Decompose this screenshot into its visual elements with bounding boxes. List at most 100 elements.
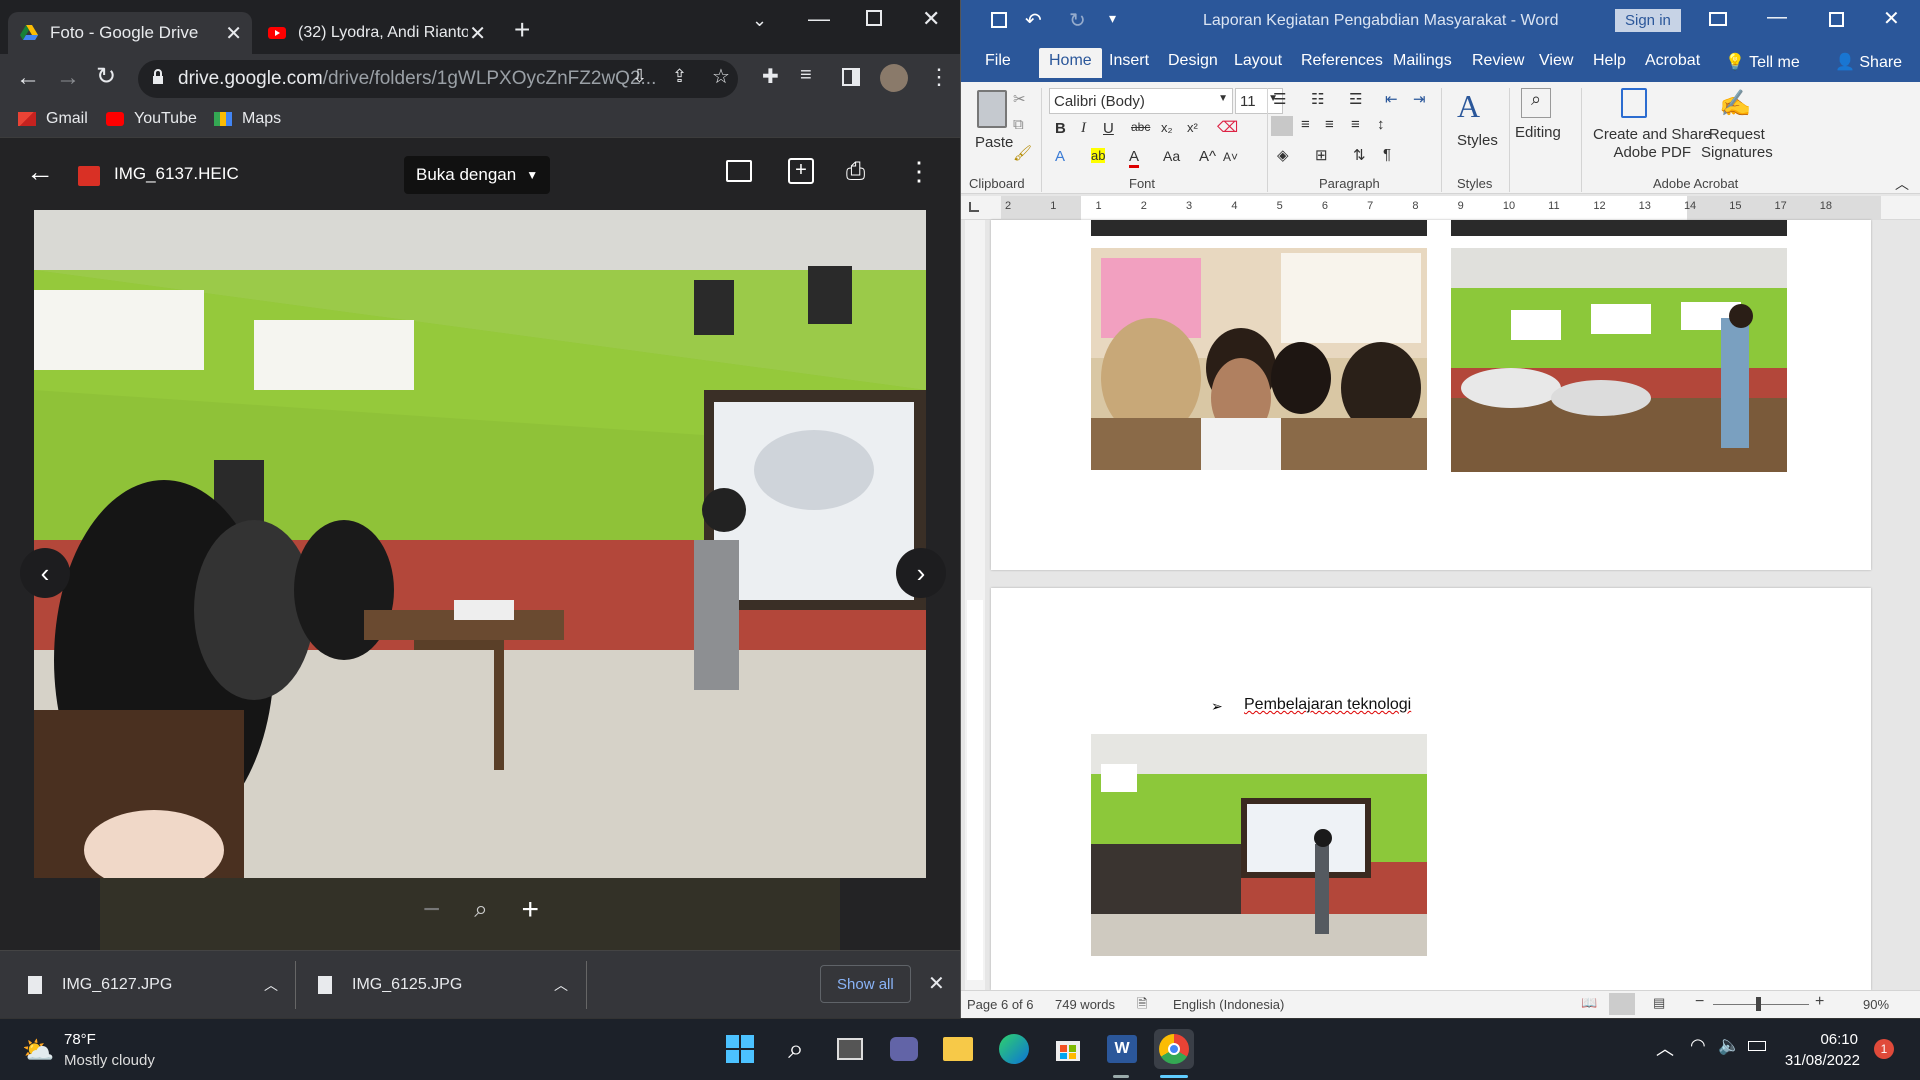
store-icon[interactable] bbox=[1048, 1029, 1088, 1069]
redo-icon[interactable]: ↻ bbox=[1069, 8, 1086, 33]
bookmark-maps[interactable]: Maps bbox=[214, 110, 281, 128]
maximize-icon[interactable] bbox=[1829, 12, 1844, 27]
align-right-icon[interactable]: ≡ bbox=[1325, 116, 1334, 133]
strikethrough-icon[interactable]: abc bbox=[1131, 120, 1150, 134]
chevron-up-icon[interactable]: ︿ bbox=[554, 975, 568, 995]
zoom-slider-thumb[interactable] bbox=[1756, 997, 1761, 1011]
chrome-app-icon[interactable] bbox=[1154, 1029, 1194, 1069]
sort-icon[interactable]: ⇅ bbox=[1353, 146, 1366, 164]
zoom-out-icon[interactable]: − bbox=[423, 893, 441, 927]
tab-review[interactable]: Review bbox=[1472, 52, 1524, 70]
customize-qat-icon[interactable]: ▾ bbox=[1109, 10, 1116, 27]
undo-icon[interactable]: ↶ bbox=[1025, 8, 1042, 33]
underline-icon[interactable]: U bbox=[1103, 120, 1114, 137]
bookmark-gmail[interactable]: Gmail bbox=[18, 110, 88, 128]
zoom-in-icon[interactable]: + bbox=[1815, 993, 1824, 1011]
close-tab-icon[interactable]: ✕ bbox=[469, 21, 486, 46]
zoom-in-icon[interactable]: + bbox=[522, 893, 540, 927]
side-panel-icon[interactable] bbox=[842, 68, 860, 86]
volume-icon[interactable]: 🔈 bbox=[1718, 1035, 1740, 1056]
save-icon[interactable] bbox=[991, 12, 1007, 28]
menu-kebab-icon[interactable]: ⋮ bbox=[928, 64, 950, 90]
line-spacing-icon[interactable]: ↕ bbox=[1377, 116, 1385, 133]
bookmark-star-icon[interactable]: ☆ bbox=[712, 64, 730, 89]
install-icon[interactable]: ⇩ bbox=[632, 66, 647, 87]
close-tab-icon[interactable]: ✕ bbox=[225, 21, 242, 46]
page-count[interactable]: Page 6 of 6 bbox=[967, 997, 1034, 1012]
print-layout-icon[interactable] bbox=[1609, 993, 1635, 1015]
extensions-icon[interactable]: ✚ bbox=[762, 64, 779, 89]
reload-icon[interactable]: ↻ bbox=[96, 62, 116, 91]
increase-indent-icon[interactable]: ⇥ bbox=[1413, 90, 1426, 108]
file-explorer-icon[interactable] bbox=[938, 1029, 978, 1069]
forward-icon[interactable]: → bbox=[56, 64, 80, 92]
next-photo-button[interactable]: › bbox=[896, 548, 946, 598]
download-item[interactable]: IMG_6125.JPG ︿ bbox=[318, 951, 568, 1019]
tab-youtube[interactable]: (32) Lyodra, Andi Rianto - Sang D ✕ bbox=[256, 12, 496, 54]
tab-view[interactable]: View bbox=[1539, 52, 1573, 70]
teams-chat-icon[interactable] bbox=[884, 1029, 924, 1069]
address-bar[interactable]: drive.google.com/drive/folders/1gWLPXOyc… bbox=[138, 60, 738, 98]
tab-google-drive[interactable]: Foto - Google Drive ✕ bbox=[8, 12, 252, 54]
horizontal-ruler[interactable]: 2 1 1 2 3 4 5 6 7 8 9 10 11 12 13 14 15 17 18 bbox=[961, 196, 1920, 220]
tab-stop-icon[interactable] bbox=[969, 202, 979, 212]
create-pdf-icon[interactable] bbox=[1621, 88, 1647, 118]
superscript-icon[interactable]: x² bbox=[1187, 120, 1198, 135]
align-left-icon[interactable] bbox=[1271, 116, 1293, 136]
show-formatting-icon[interactable]: ¶ bbox=[1383, 146, 1391, 163]
clock-time[interactable]: 06:10 bbox=[1810, 1031, 1858, 1048]
font-color-icon[interactable]: A bbox=[1129, 148, 1140, 168]
request-signatures-button[interactable]: Request Signatures bbox=[1701, 126, 1773, 162]
tab-references[interactable]: References bbox=[1301, 52, 1383, 70]
start-button[interactable] bbox=[720, 1029, 760, 1069]
tab-search-icon[interactable]: ⌄ bbox=[752, 10, 767, 31]
zoom-slider[interactable] bbox=[1713, 1004, 1809, 1005]
magnifier-icon[interactable]: ⌕ bbox=[474, 896, 487, 924]
new-tab-icon[interactable]: + bbox=[514, 14, 530, 46]
create-share-pdf-button[interactable]: Create and Share Adobe PDF bbox=[1593, 126, 1711, 162]
tell-me-box[interactable]: 💡 Tell me bbox=[1725, 52, 1800, 72]
maximize-icon[interactable] bbox=[866, 10, 882, 26]
add-to-folder-icon[interactable] bbox=[726, 160, 752, 182]
language[interactable]: English (Indonesia) bbox=[1173, 997, 1284, 1012]
multilevel-list-icon[interactable]: ☲ bbox=[1349, 90, 1362, 108]
tab-design[interactable]: Design bbox=[1168, 52, 1218, 70]
change-case-icon[interactable]: Aa bbox=[1163, 148, 1180, 164]
search-icon[interactable]: ⌕ bbox=[776, 1029, 816, 1069]
zoom-out-icon[interactable]: − bbox=[1695, 993, 1704, 1011]
paste-button[interactable]: Paste bbox=[975, 134, 1013, 151]
edge-icon[interactable] bbox=[994, 1029, 1034, 1069]
media-control-icon[interactable]: ≡ bbox=[800, 64, 812, 87]
minimize-icon[interactable]: — bbox=[808, 6, 830, 32]
open-with-button[interactable]: Buka dengan ▼ bbox=[404, 156, 551, 194]
grow-font-icon[interactable]: A^ bbox=[1199, 148, 1216, 165]
shading-icon[interactable]: ◈ bbox=[1277, 146, 1289, 164]
close-window-icon[interactable]: ✕ bbox=[922, 6, 940, 32]
shrink-font-icon[interactable]: A˅ bbox=[1223, 150, 1238, 164]
word-app-icon[interactable]: W bbox=[1102, 1029, 1142, 1069]
page-5[interactable] bbox=[991, 220, 1871, 570]
close-downloads-icon[interactable]: ✕ bbox=[928, 971, 945, 996]
bookmark-youtube[interactable]: YouTube bbox=[106, 110, 197, 128]
back-icon[interactable]: ← bbox=[16, 64, 40, 92]
ribbon-display-icon[interactable] bbox=[1709, 12, 1727, 26]
numbering-icon[interactable]: ☷ bbox=[1311, 90, 1324, 108]
tab-help[interactable]: Help bbox=[1593, 52, 1626, 70]
web-layout-icon[interactable]: ▤ bbox=[1653, 995, 1665, 1011]
tab-layout[interactable]: Layout bbox=[1234, 52, 1282, 70]
tab-home[interactable]: Home bbox=[1039, 48, 1102, 78]
proofing-icon[interactable]: 🗎 bbox=[1137, 995, 1147, 1017]
font-name-select[interactable]: Calibri (Body) ▼ bbox=[1049, 88, 1233, 114]
previous-photo-button[interactable]: ‹ bbox=[20, 548, 70, 598]
print-icon[interactable]: ⎙ bbox=[846, 158, 865, 186]
weather-icon[interactable]: ⛅ bbox=[22, 1035, 54, 1066]
clear-formatting-icon[interactable]: ⌫ bbox=[1217, 118, 1238, 136]
collapse-ribbon-icon[interactable]: ︿ bbox=[1895, 174, 1909, 194]
styles-button[interactable]: Styles bbox=[1457, 132, 1498, 149]
show-all-button[interactable]: Show all bbox=[820, 965, 911, 1003]
justify-icon[interactable]: ≡ bbox=[1351, 116, 1360, 133]
chevron-up-icon[interactable]: ︿ bbox=[264, 975, 278, 995]
borders-icon[interactable]: ⊞ bbox=[1315, 146, 1328, 164]
page-6[interactable]: ➢ Pembelajaran teknologi bbox=[991, 588, 1871, 990]
profile-avatar[interactable] bbox=[880, 64, 908, 92]
